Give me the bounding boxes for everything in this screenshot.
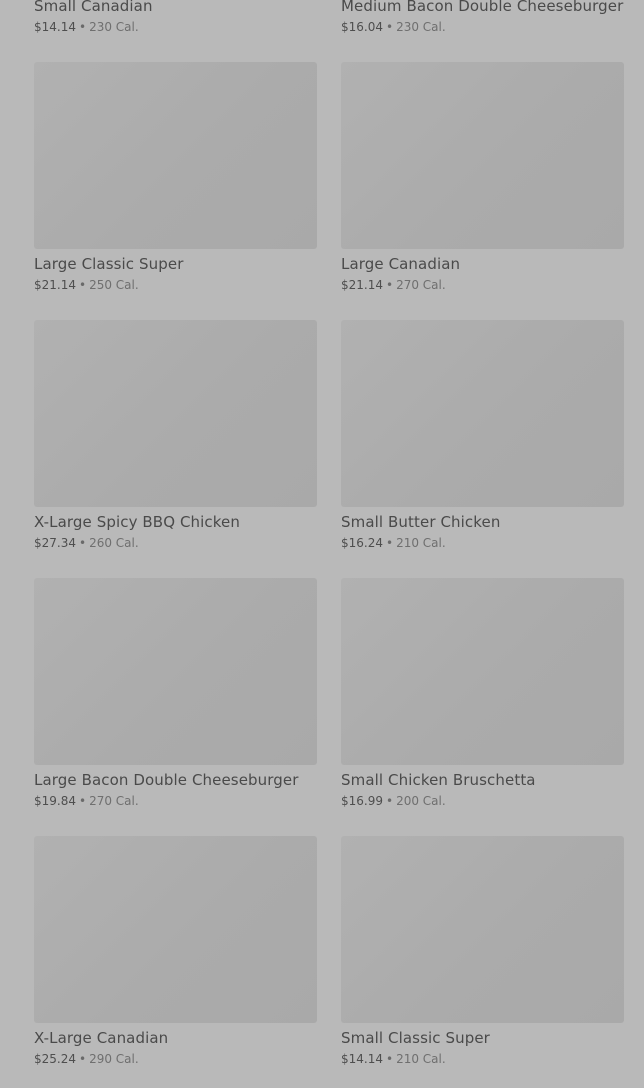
menu-item-image-placeholder[interactable] [34,836,317,1023]
menu-item-image-placeholder[interactable] [34,578,317,765]
menu-item-image-placeholder[interactable] [34,62,317,249]
menu-item-name[interactable]: Small Chicken Bruschetta [341,771,624,790]
menu-item-price: $14.14 [34,20,76,34]
menu-item-price: $21.14 [34,278,76,292]
menu-item-calories: 210 Cal. [396,536,446,550]
menu-item-name[interactable]: Large Bacon Double Cheeseburger [34,771,317,790]
menu-item-calories: 260 Cal. [89,536,139,550]
menu-item-name[interactable]: Small Classic Super [341,1029,624,1048]
menu-item-price: $21.14 [341,278,383,292]
menu-item-name[interactable]: X-Large Canadian [34,1029,317,1048]
menu-item-meta: $16.99 • 200 Cal. [341,793,624,809]
meta-separator: • [386,794,394,808]
menu-item-name[interactable]: Large Canadian [341,255,624,274]
menu-item-calories: 250 Cal. [89,278,139,292]
meta-separator: • [79,536,87,550]
menu-item-card[interactable]: Large Classic Super $21.14 • 250 Cal. [34,62,317,297]
menu-item-name[interactable]: Medium Bacon Double Cheeseburger [341,0,624,16]
menu-grid: Small Canadian $14.14 • 230 Cal. Medium Ba… [34,0,624,1071]
menu-item-card[interactable]: Small Butter Chicken $16.24 • 210 Cal. [341,320,624,555]
menu-item-card[interactable]: Large Canadian $21.14 • 270 Cal. [341,62,624,297]
menu-item-meta: $16.24 • 210 Cal. [341,535,624,551]
meta-separator: • [79,20,87,34]
menu-item-image-placeholder[interactable] [341,62,624,249]
menu-item-price: $16.04 [341,20,383,34]
menu-item-meta: $19.84 • 270 Cal. [34,793,317,809]
menu-item-meta: $21.14 • 250 Cal. [34,277,317,293]
menu-item-price: $25.24 [34,1052,76,1066]
menu-item-card[interactable]: Small Chicken Bruschetta $16.99 • 200 Cal. [341,578,624,813]
menu-item-price: $27.34 [34,536,76,550]
meta-separator: • [386,1052,394,1066]
menu-item-image-placeholder[interactable] [341,320,624,507]
menu-item-name[interactable]: Large Classic Super [34,255,317,274]
meta-separator: • [79,794,87,808]
menu-item-meta: $21.14 • 270 Cal. [341,277,624,293]
meta-separator: • [386,20,394,34]
menu-item-calories: 270 Cal. [89,794,139,808]
menu-item-meta: $16.04 • 230 Cal. [341,19,624,35]
menu-item-card[interactable]: X-Large Spicy BBQ Chicken $27.34 • 260 Cal… [34,320,317,555]
meta-separator: • [79,1052,87,1066]
menu-item-price: $16.24 [341,536,383,550]
menu-item-calories: 230 Cal. [89,20,139,34]
meta-separator: • [386,536,394,550]
menu-item-meta: $14.14 • 210 Cal. [341,1051,624,1067]
menu-item-calories: 230 Cal. [396,20,446,34]
menu-item-card[interactable]: Small Canadian $14.14 • 230 Cal. [34,0,317,39]
menu-item-image-placeholder[interactable] [34,320,317,507]
menu-item-calories: 210 Cal. [396,1052,446,1066]
menu-item-card[interactable]: Small Classic Super $14.14 • 210 Cal. [341,836,624,1071]
menu-item-meta: $14.14 • 230 Cal. [34,19,317,35]
meta-separator: • [386,278,394,292]
menu-item-card[interactable]: Medium Bacon Double Cheeseburger $16.04 •… [341,0,624,39]
menu-item-calories: 290 Cal. [89,1052,139,1066]
menu-item-calories: 270 Cal. [396,278,446,292]
menu-item-meta: $27.34 • 260 Cal. [34,535,317,551]
menu-item-name[interactable]: X-Large Spicy BBQ Chicken [34,513,317,532]
menu-item-price: $14.14 [341,1052,383,1066]
menu-item-meta: $25.24 • 290 Cal. [34,1051,317,1067]
menu-item-image-placeholder[interactable] [341,836,624,1023]
menu-item-card[interactable]: Large Bacon Double Cheeseburger $19.84 • 2… [34,578,317,813]
menu-item-card[interactable]: X-Large Canadian $25.24 • 290 Cal. [34,836,317,1071]
menu-item-name[interactable]: Small Butter Chicken [341,513,624,532]
menu-item-price: $16.99 [341,794,383,808]
menu-item-calories: 200 Cal. [396,794,446,808]
menu-item-image-placeholder[interactable] [341,578,624,765]
menu-item-name[interactable]: Small Canadian [34,0,317,16]
menu-item-price: $19.84 [34,794,76,808]
meta-separator: • [79,278,87,292]
